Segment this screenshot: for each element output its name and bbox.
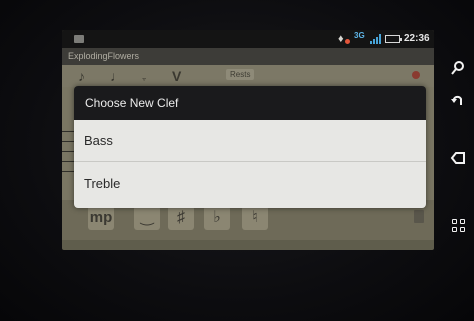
staff-line	[62, 151, 74, 152]
sharp-button[interactable]: ♯	[168, 206, 194, 230]
note-toolbar: ♪ ♩ 𝅎 V Rests	[62, 65, 434, 87]
staff-line	[62, 161, 74, 162]
dialog-body: Bass Treble	[74, 120, 426, 208]
accent-icon[interactable]: V	[172, 68, 181, 84]
record-icon[interactable]	[412, 71, 420, 79]
status-clock: 22:36	[404, 33, 430, 44]
battery-icon	[385, 35, 402, 43]
app-title: ExplodingFlowers	[68, 51, 140, 61]
back-icon[interactable]	[446, 92, 470, 116]
signal-icon	[370, 34, 382, 44]
eighth-note-icon[interactable]: ♪	[78, 68, 85, 84]
notification-icon: ♦	[338, 33, 350, 45]
clef-option-bass[interactable]: Bass	[74, 120, 426, 161]
network-icon: 3G	[354, 31, 365, 40]
staff-line	[62, 131, 74, 132]
slur-icon[interactable]: ‿	[134, 206, 160, 230]
app-title-bar: ExplodingFlowers	[62, 48, 434, 65]
dialog-header: Choose New Clef	[74, 86, 426, 120]
image-notification-icon	[74, 35, 84, 43]
clef-option-treble[interactable]: Treble	[74, 162, 426, 206]
flat-button[interactable]: ♭	[204, 206, 230, 230]
menu-icon[interactable]	[452, 219, 466, 233]
rests-button[interactable]: Rests	[226, 69, 255, 80]
half-note-icon[interactable]: 𝅎	[142, 68, 146, 84]
trash-icon[interactable]	[414, 210, 424, 223]
backspace-icon[interactable]	[446, 150, 470, 174]
quarter-note-icon[interactable]: ♩	[110, 68, 124, 84]
choose-clef-dialog: Choose New Clef Bass Treble	[74, 86, 426, 208]
staff-line	[62, 141, 74, 142]
natural-button[interactable]: ♮	[242, 206, 268, 230]
dynamic-button[interactable]: mp	[88, 206, 114, 230]
status-bar: ♦ 3G 22:36	[62, 30, 434, 48]
tablet-device: ♦ 3G 22:36 ExplodingFlowers ♪ ♩ 𝅎 V Rest…	[0, 0, 474, 321]
dialog-title: Choose New Clef	[85, 96, 179, 110]
staff-line	[62, 171, 74, 172]
search-icon[interactable]	[446, 60, 470, 84]
